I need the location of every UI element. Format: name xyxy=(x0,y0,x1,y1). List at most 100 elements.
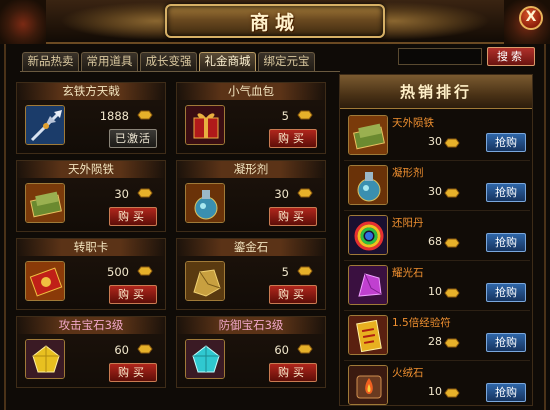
ranking-item-name: 1.5倍经验符 xyxy=(392,317,451,329)
item-name: 防御宝石3级 xyxy=(177,317,325,334)
grab-button[interactable]: 抢购 xyxy=(486,333,526,352)
gold-ingot-icon xyxy=(297,188,313,198)
ranking-row: 1.5倍经验符 28 抢购 xyxy=(340,311,534,359)
item-name: 攻击宝石3级 xyxy=(17,317,165,334)
item-price: 500 xyxy=(107,265,129,279)
shop-panel: 新品热卖 常用道具 成长变强 礼金商城 绑定元宝 搜索 玄铁方天戟 1888 已… xyxy=(4,44,546,410)
ranking-row: 天外陨铁 30 抢购 xyxy=(340,111,534,159)
gold-ingot-icon xyxy=(297,344,313,354)
item-card: 凝形剂 30 购买 xyxy=(176,160,326,232)
title-plaque: 商城 xyxy=(165,4,385,38)
item-card: 转职卡 500 购买 xyxy=(16,238,166,310)
rainbow-pill-icon[interactable] xyxy=(348,215,388,255)
item-price: 30 xyxy=(274,187,289,201)
tab-gift-mall[interactable]: 礼金商城 xyxy=(199,52,256,71)
grab-button[interactable]: 抢购 xyxy=(486,183,526,202)
buy-button[interactable]: 购买 xyxy=(109,363,157,382)
item-card: 小气血包 5 购买 xyxy=(176,82,326,154)
tab-bound-ingot[interactable]: 绑定元宝 xyxy=(258,52,315,71)
potion-flask-icon[interactable] xyxy=(185,183,225,223)
fire-stone-icon[interactable] xyxy=(348,365,388,405)
item-price: 60 xyxy=(114,343,129,357)
window-title: 商城 xyxy=(249,11,300,34)
item-card: 天外陨铁 30 购买 xyxy=(16,160,166,232)
ranking-item-name: 天外陨铁 xyxy=(392,117,434,129)
cyan-gem-icon[interactable] xyxy=(185,339,225,379)
buy-button[interactable]: 购买 xyxy=(109,285,157,304)
ranking-item-price: 30 xyxy=(428,185,442,198)
purple-crystal-icon[interactable] xyxy=(348,265,388,305)
gold-ingot-icon xyxy=(137,110,153,120)
exp-talisman-icon[interactable] xyxy=(348,315,388,355)
close-button[interactable]: X xyxy=(519,6,543,30)
item-name: 鎏金石 xyxy=(177,239,325,256)
ranking-item-name: 凝形剂 xyxy=(392,167,424,179)
item-name: 小气血包 xyxy=(177,83,325,100)
item-price: 5 xyxy=(281,109,289,123)
gold-ingot-icon xyxy=(444,138,460,148)
gold-ingot-icon xyxy=(137,344,153,354)
ranking-item-price: 10 xyxy=(428,385,442,398)
window-title-bar: 商城 X xyxy=(0,0,550,44)
search-input[interactable] xyxy=(398,48,482,65)
grab-button[interactable]: 抢购 xyxy=(486,283,526,302)
item-card: 防御宝石3级 60 购买 xyxy=(176,316,326,388)
item-price: 60 xyxy=(274,343,289,357)
buy-button[interactable]: 购买 xyxy=(269,285,317,304)
item-name: 转职卡 xyxy=(17,239,165,256)
gold-ingot-icon xyxy=(444,338,460,348)
gold-ingot-icon xyxy=(297,266,313,276)
gold-ingot-icon xyxy=(137,266,153,276)
gold-ingot-icon xyxy=(444,288,460,298)
item-name: 凝形剂 xyxy=(177,161,325,178)
yellow-gem-icon[interactable] xyxy=(25,339,65,379)
buy-button[interactable]: 购买 xyxy=(269,363,317,382)
ranking-item-price: 68 xyxy=(428,235,442,248)
ranking-item-name: 还阳丹 xyxy=(392,217,424,229)
gold-ingot-icon xyxy=(444,188,460,198)
ranking-item-price: 28 xyxy=(428,335,442,348)
buy-button[interactable]: 购买 xyxy=(269,129,317,148)
gold-ingot-icon xyxy=(137,188,153,198)
category-tabs: 新品热卖 常用道具 成长变强 礼金商城 绑定元宝 xyxy=(22,52,315,71)
item-price: 30 xyxy=(114,187,129,201)
ranking-item-price: 10 xyxy=(428,285,442,298)
ranking-row: 还阳丹 68 抢购 xyxy=(340,211,534,259)
item-card: 鎏金石 5 购买 xyxy=(176,238,326,310)
tab-underline xyxy=(20,71,340,72)
item-card: 攻击宝石3级 60 购买 xyxy=(16,316,166,388)
grab-button[interactable]: 抢购 xyxy=(486,233,526,252)
meteor-iron-icon[interactable] xyxy=(25,183,65,223)
potion-flask-icon[interactable] xyxy=(348,165,388,205)
item-name: 玄铁方天戟 xyxy=(17,83,165,100)
gilded-stone-icon[interactable] xyxy=(185,261,225,301)
ranking-item-name: 火绒石 xyxy=(392,367,424,379)
item-price: 1888 xyxy=(99,109,129,123)
grab-button[interactable]: 抢购 xyxy=(486,383,526,402)
tab-new-hot[interactable]: 新品热卖 xyxy=(22,52,79,71)
meteor-iron-icon[interactable] xyxy=(348,115,388,155)
job-change-card-icon[interactable] xyxy=(25,261,65,301)
ranking-item-name: 耀光石 xyxy=(392,267,424,279)
item-card: 玄铁方天戟 1888 已激活 xyxy=(16,82,166,154)
ranking-row: 耀光石 10 抢购 xyxy=(340,261,534,309)
grab-button[interactable]: 抢购 xyxy=(486,133,526,152)
halberd-icon[interactable] xyxy=(25,105,65,145)
ranking-item-price: 30 xyxy=(428,135,442,148)
ranking-row: 火绒石 10 抢购 xyxy=(340,361,534,409)
activated-button[interactable]: 已激活 xyxy=(109,129,157,148)
search-button[interactable]: 搜索 xyxy=(487,47,535,66)
ranking-title: 热销排行 xyxy=(340,75,532,109)
buy-button[interactable]: 购买 xyxy=(109,207,157,226)
gold-ingot-icon xyxy=(297,110,313,120)
tab-growth[interactable]: 成长变强 xyxy=(140,52,197,71)
dragon-ornament-left xyxy=(60,2,180,40)
buy-button[interactable]: 购买 xyxy=(269,207,317,226)
gold-ingot-icon xyxy=(444,238,460,248)
item-price: 5 xyxy=(281,265,289,279)
corner-ornament-left xyxy=(0,0,46,44)
red-gift-box-icon[interactable] xyxy=(185,105,225,145)
tab-common-items[interactable]: 常用道具 xyxy=(81,52,138,71)
gold-ingot-icon xyxy=(444,388,460,398)
ranking-row: 凝形剂 30 抢购 xyxy=(340,161,534,209)
